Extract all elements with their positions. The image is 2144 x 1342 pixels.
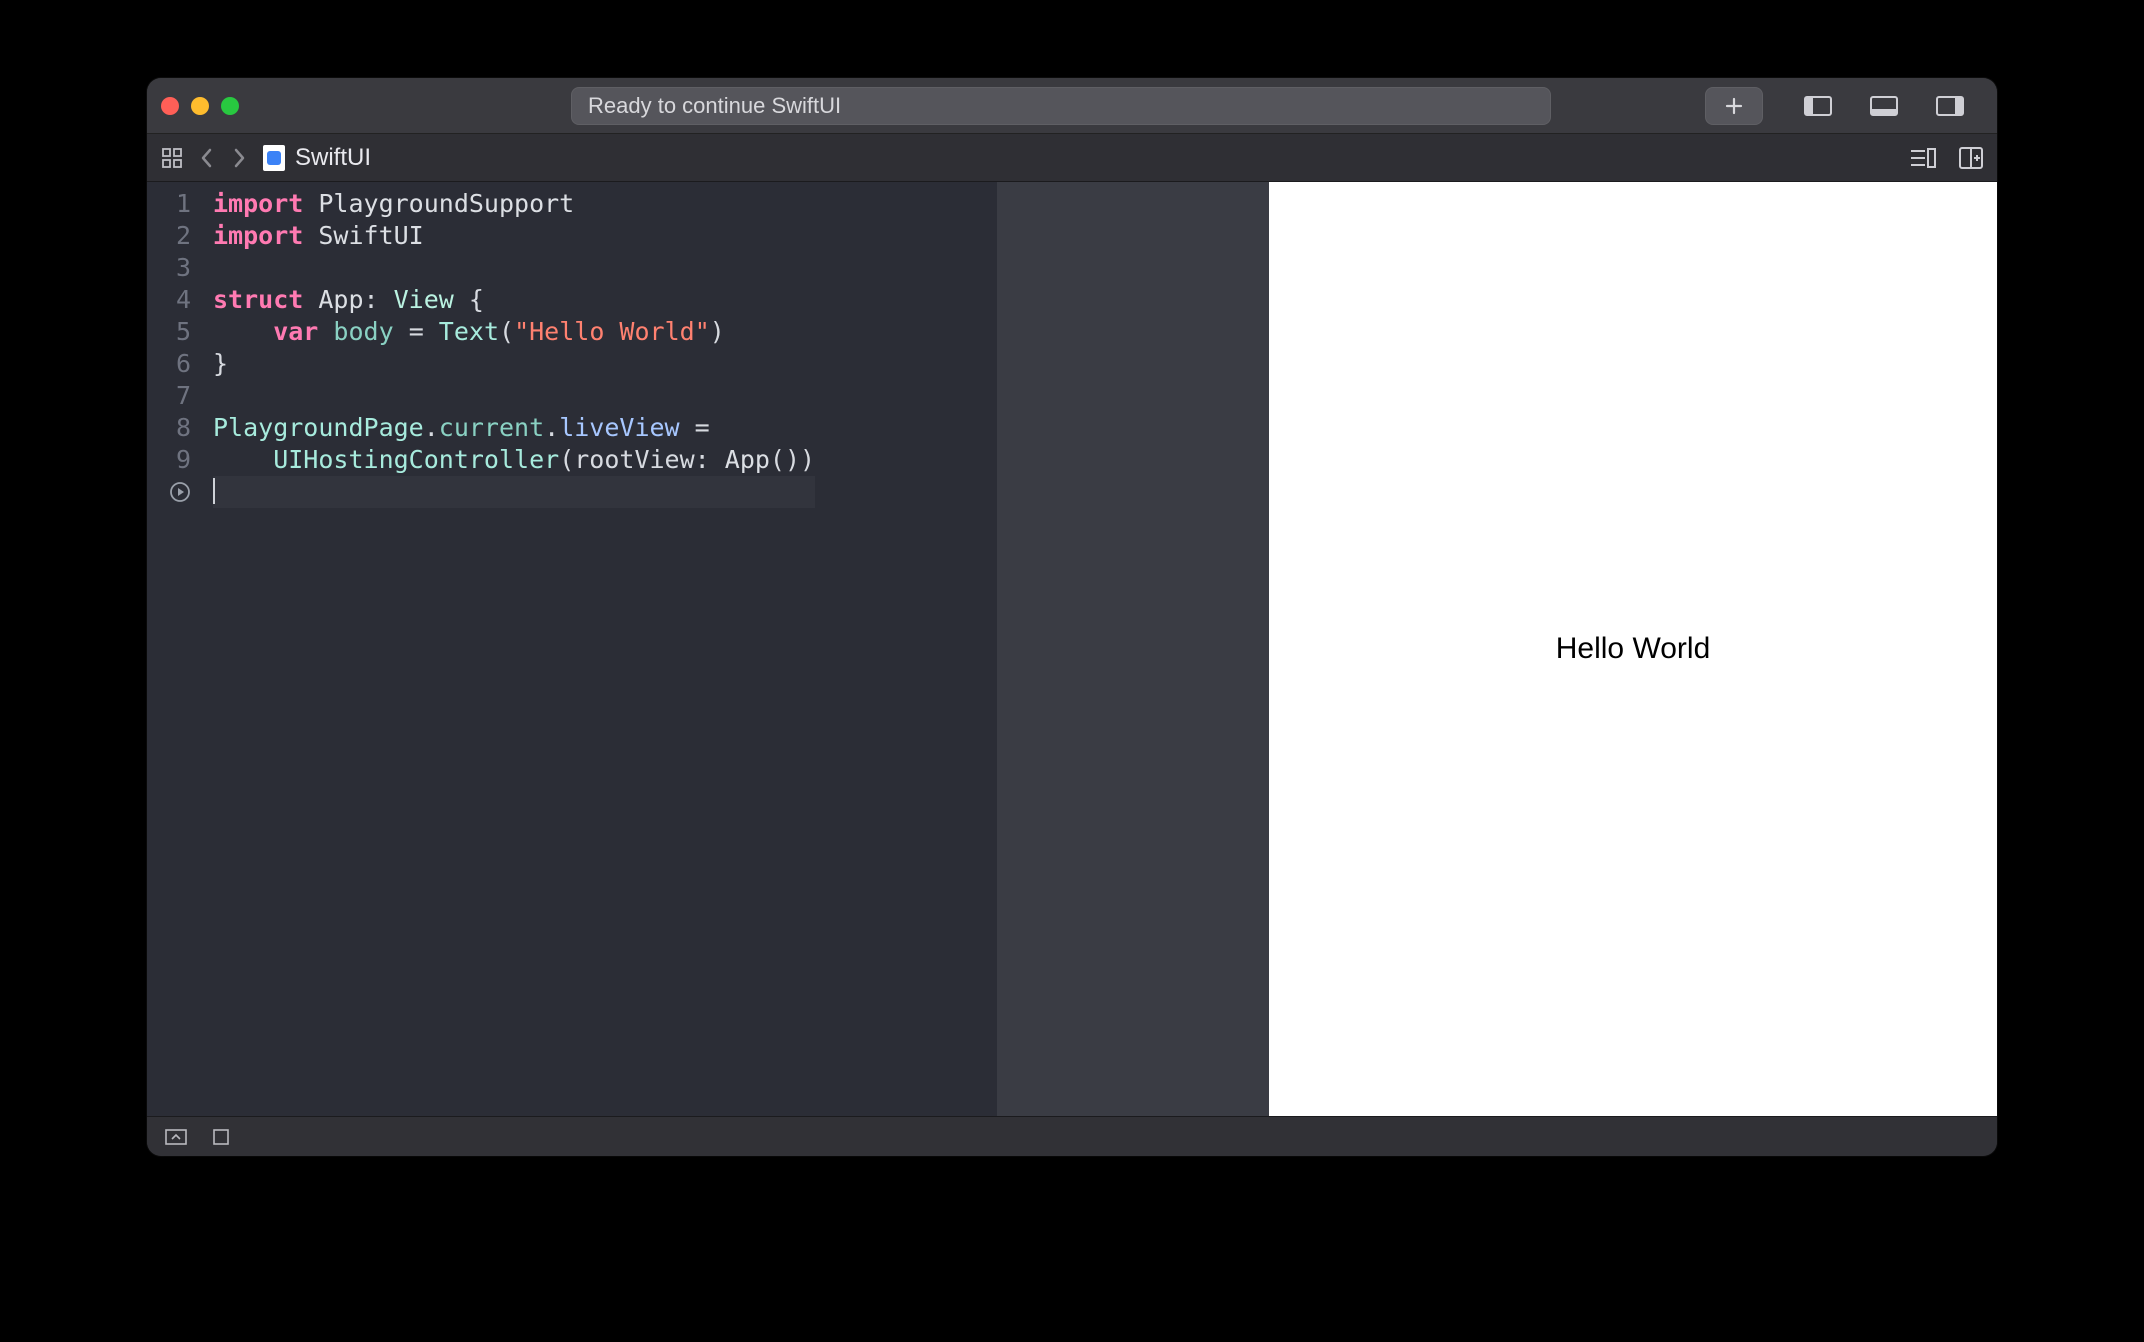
code-line[interactable]: [213, 252, 815, 284]
grid-icon: [161, 147, 183, 169]
code-area[interactable]: import PlaygroundSupportimport SwiftUI st…: [203, 182, 815, 1116]
cursor-line[interactable]: [213, 476, 815, 508]
code-line[interactable]: import SwiftUI: [213, 220, 815, 252]
toggle-console-button[interactable]: [213, 1129, 229, 1145]
toggle-debug-area-button[interactable]: [165, 1129, 187, 1145]
activity-status-text: Ready to continue SwiftUI: [588, 93, 841, 119]
code-line[interactable]: var body = Text("Hello World"): [213, 316, 815, 348]
code-line[interactable]: struct App: View {: [213, 284, 815, 316]
activity-status-field[interactable]: Ready to continue SwiftUI: [571, 87, 1551, 125]
xcode-window: Ready to continue SwiftUI: [147, 78, 1997, 1156]
lines-icon: [1909, 147, 1937, 169]
line-gutter: 123456789: [147, 182, 203, 1116]
minimize-window-button[interactable]: [191, 97, 209, 115]
editor-layout-assistant[interactable]: [1851, 87, 1917, 125]
add-editor-button[interactable]: [1959, 147, 1983, 169]
line-number: 3: [147, 252, 191, 284]
code-line[interactable]: PlaygroundPage.current.liveView =: [213, 412, 815, 444]
line-number: 6: [147, 348, 191, 380]
jump-bar-file-label: SwiftUI: [295, 144, 371, 172]
source-editor[interactable]: 123456789 import PlaygroundSupportimport…: [147, 182, 997, 1116]
results-sidebar: [997, 182, 1269, 1116]
code-line[interactable]: [213, 380, 815, 412]
chevron-right-icon: [231, 147, 247, 169]
line-number: 9: [147, 444, 191, 476]
swift-file-icon: [263, 145, 285, 171]
nav-forward-button[interactable]: [231, 147, 247, 169]
text-cursor: [213, 478, 215, 504]
window-controls: [161, 97, 239, 115]
line-number: 8: [147, 412, 191, 444]
line-number: 7: [147, 380, 191, 412]
jump-bar: SwiftUI: [147, 134, 1997, 182]
plus-icon: [1724, 96, 1744, 116]
line-number: 2: [147, 220, 191, 252]
line-number: 4: [147, 284, 191, 316]
main-area: 123456789 import PlaygroundSupportimport…: [147, 182, 1997, 1116]
preview-output-text: Hello World: [1556, 632, 1711, 666]
debug-bar: [147, 1116, 1997, 1156]
code-line[interactable]: UIHostingController(rootView: App()): [213, 444, 815, 476]
titlebar: Ready to continue SwiftUI: [147, 78, 1997, 134]
panel-left-icon: [1804, 96, 1832, 116]
jump-bar-file[interactable]: SwiftUI: [263, 144, 371, 172]
panel-bottom-icon: [1870, 96, 1898, 116]
related-items-button[interactable]: [161, 147, 183, 169]
line-number: 1: [147, 188, 191, 220]
line-number: 5: [147, 316, 191, 348]
play-circle-icon: [169, 481, 191, 503]
chevron-left-icon: [199, 147, 215, 169]
editor-options-button[interactable]: [1909, 147, 1937, 169]
nav-back-button[interactable]: [199, 147, 215, 169]
editor-layout-segmented: [1785, 87, 1983, 125]
square-icon: [213, 1129, 229, 1145]
code-line[interactable]: }: [213, 348, 815, 380]
add-pane-icon: [1959, 147, 1983, 169]
close-window-button[interactable]: [161, 97, 179, 115]
code-line[interactable]: import PlaygroundSupport: [213, 188, 815, 220]
editor-layout-canvas[interactable]: [1917, 87, 1983, 125]
live-view-preview: Hello World: [1269, 182, 1997, 1116]
library-add-button[interactable]: [1705, 87, 1763, 125]
zoom-window-button[interactable]: [221, 97, 239, 115]
editor-layout-standard[interactable]: [1785, 87, 1851, 125]
execute-line-button[interactable]: [147, 476, 191, 508]
tray-up-icon: [165, 1129, 187, 1145]
panel-right-icon: [1936, 96, 1964, 116]
